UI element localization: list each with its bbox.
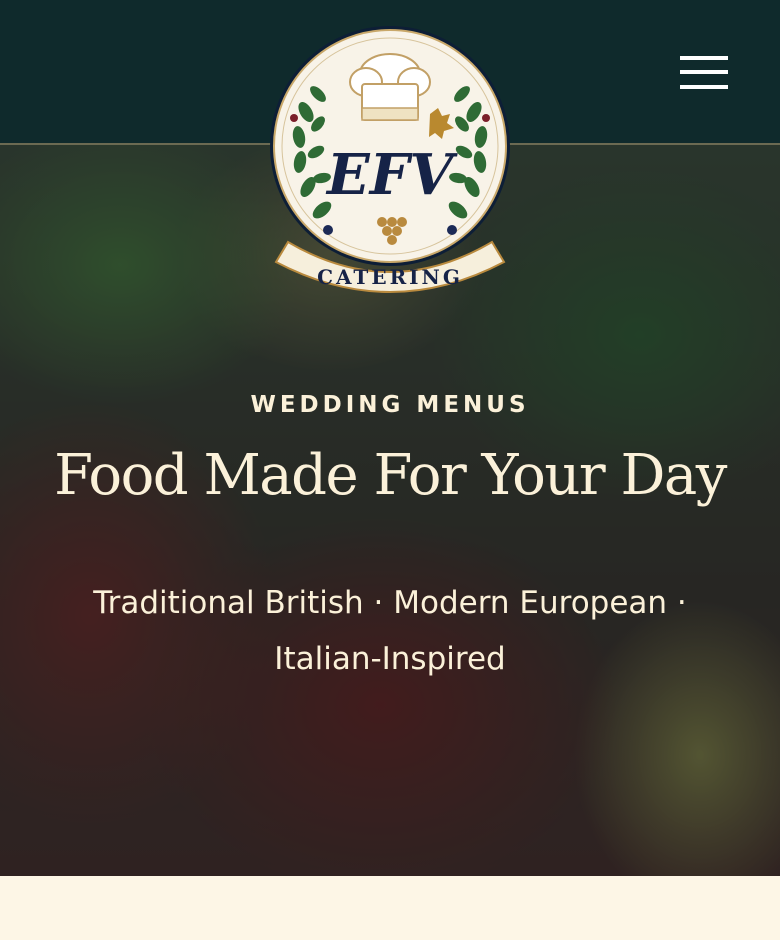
menu-bar	[680, 56, 728, 60]
efv-catering-logo[interactable]: EFV CATERING	[266, 22, 514, 302]
menu-bar	[680, 85, 728, 89]
hamburger-menu-icon[interactable]	[680, 56, 728, 92]
content-section	[0, 876, 780, 940]
svg-text:EFV: EFV	[325, 142, 458, 208]
hero-subtitle: Traditional British · Modern European · …	[93, 585, 687, 677]
logo-wordmark: CATERING	[317, 265, 463, 289]
menu-bar	[680, 70, 728, 74]
hero-title: Food Made For Your Day	[54, 443, 727, 508]
hero-eyebrow: WEDDING MENUS	[250, 392, 530, 418]
